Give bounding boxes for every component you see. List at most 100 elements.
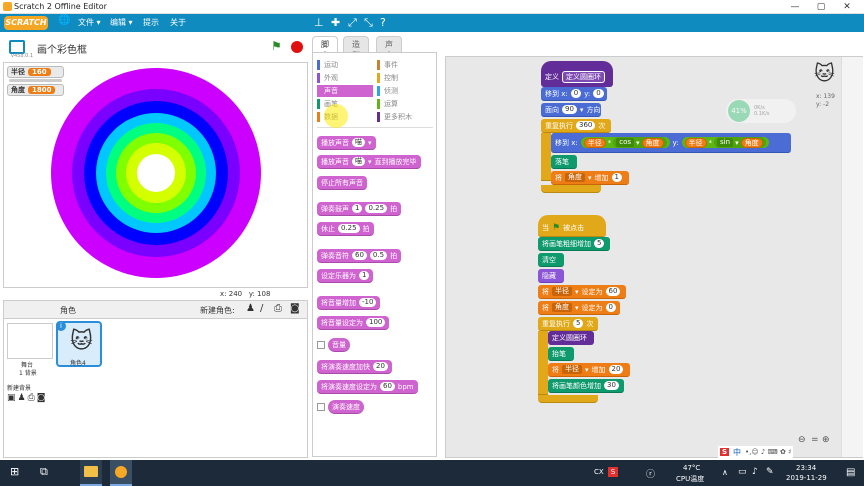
block-point-direction[interactable]: 面向 90 ▾ 方向	[541, 103, 601, 117]
close-button[interactable]: ✕	[834, 0, 860, 14]
block-stop-all-sounds[interactable]: 停止所有声音	[317, 176, 367, 190]
block-change-pen-color[interactable]: 将画笔颜色增加 30	[548, 379, 624, 393]
menu-tips[interactable]: 提示	[143, 17, 159, 28]
block-change-angle[interactable]: 将角度 ▾ 增加 1	[551, 171, 629, 185]
block-pen-down[interactable]: 落笔	[551, 155, 577, 169]
category-7[interactable]: 运算	[377, 98, 433, 110]
menu-about[interactable]: 关于	[170, 17, 186, 28]
zoom-out-icon[interactable]: ⊖	[798, 435, 806, 445]
category-label: 运算	[384, 100, 398, 108]
block-pen-up[interactable]: 抬笔	[548, 347, 574, 361]
tray-people-icon[interactable]: ⓡ	[646, 467, 655, 480]
sprite-thumbnail[interactable]: i 🐱 角色4	[56, 321, 102, 367]
globe-icon[interactable]: 🌐	[58, 15, 70, 26]
volume-checkbox[interactable]	[317, 341, 325, 349]
block-set-radius[interactable]: 将半径 ▾ 设定为 60	[538, 285, 626, 299]
script-define[interactable]: 定义 定义圆圈环 移到 x: 0 y: 0 面向 90 ▾ 方向 重复执行 360 次 移到 x…	[541, 61, 791, 193]
project-title[interactable]: 画个彩色框	[37, 41, 87, 56]
block-volume[interactable]: 音量	[328, 338, 350, 352]
stage[interactable]: 半径 160 角度 1800	[3, 62, 308, 288]
block-clear[interactable]: 清空	[538, 253, 564, 267]
info-icon[interactable]: i	[56, 321, 66, 331]
block-play-drum[interactable]: 弹奏鼓声 1 0.25 拍	[317, 202, 402, 216]
cut-icon[interactable]: ✚	[331, 16, 340, 29]
taskbar-scratch[interactable]	[110, 460, 132, 486]
menu-file[interactable]: 文件 ▾	[78, 17, 101, 28]
taskbar-time[interactable]: 23:34	[796, 464, 816, 472]
block-change-tempo[interactable]: 将演奏速度加快 20	[317, 360, 392, 374]
tray-sogou-icon[interactable]: S	[608, 467, 618, 477]
zoom-in-icon[interactable]: ⊕	[822, 435, 830, 445]
tempo-checkbox[interactable]	[317, 403, 325, 411]
zoom-reset-button[interactable]: =	[811, 435, 819, 445]
block-call-ring[interactable]: 定义圆圈环	[548, 331, 594, 345]
category-5[interactable]: 侦测	[377, 85, 433, 97]
taskbar-explorer[interactable]	[80, 460, 102, 486]
block-change-volume[interactable]: 将音量增加 -10	[317, 296, 381, 310]
vertical-scrollbar[interactable]	[841, 57, 863, 457]
windows-start-icon[interactable]: ⊞	[10, 465, 19, 478]
category-3[interactable]: 控制	[377, 72, 433, 84]
block-when-flag-clicked[interactable]: 当 ⚑ 被点击	[538, 215, 606, 237]
grow-icon[interactable]: ⤢	[348, 16, 357, 30]
tab-sounds[interactable]: 声音	[376, 36, 402, 60]
ime-chinese-toggle[interactable]: 中	[733, 447, 741, 458]
tray-network-icon[interactable]: ▭	[738, 467, 747, 477]
task-view-icon[interactable]: ⧉	[40, 465, 48, 479]
category-2[interactable]: 外观	[317, 72, 373, 84]
block-play-sound[interactable]: 播放声音喵 ▾	[317, 136, 376, 150]
block-hide[interactable]: 隐藏	[538, 269, 564, 283]
tab-scripts[interactable]: 脚本	[312, 36, 338, 60]
block-set-tempo[interactable]: 将演奏速度设定为 60 bpm	[317, 380, 418, 394]
green-flag-icon[interactable]: ⚑	[271, 39, 282, 53]
repeat-body: 移到 x: 半径 * cos ▾ 角度 y: 半径 * sin ▾ 角度 落笔 将角度 ▾ 增加 1	[541, 133, 791, 185]
block-repeat-5[interactable]: 重复执行 5 次	[538, 317, 598, 331]
block-set-angle[interactable]: 将角度 ▾ 设定为 0	[538, 301, 620, 315]
ime-tools-icon[interactable]: •,☺ ♪ ⌨ ✿ ♯	[745, 448, 791, 456]
tray-volume-icon[interactable]: ♪	[752, 467, 758, 477]
minimize-button[interactable]: —	[782, 0, 808, 14]
stamp-icon[interactable]: ⊥	[314, 16, 324, 29]
camera-icon[interactable]: ◙	[290, 303, 300, 314]
backdrop-tools-icon[interactable]: ▣♟⎙◙	[7, 393, 48, 403]
shrink-icon[interactable]: ⤡	[364, 16, 373, 30]
block-tempo[interactable]: 演奏速度	[328, 400, 364, 414]
stage-thumbnail[interactable]	[7, 323, 53, 359]
block-goto-xy[interactable]: 移到 x: 0 y: 0	[541, 87, 607, 101]
block-change-radius[interactable]: 将半径 ▾ 增加 20	[548, 363, 630, 377]
category-1[interactable]: 事件	[377, 59, 433, 71]
category-4[interactable]: 声音	[317, 85, 373, 97]
block-repeat[interactable]: 重复执行 360 次	[541, 119, 611, 133]
tab-costumes[interactable]: 造型	[343, 36, 369, 60]
sogou-icon[interactable]: S	[720, 448, 730, 456]
category-9[interactable]: 更多积木	[377, 111, 433, 123]
draw-brush-icon[interactable]: /	[260, 303, 263, 314]
block-goto-expr[interactable]: 移到 x: 半径 * cos ▾ 角度 y: 半径 * sin ▾ 角度	[551, 133, 791, 153]
scratch-logo[interactable]: SCRATCH	[4, 16, 48, 30]
block-set-volume[interactable]: 将音量设定为 100	[317, 316, 390, 330]
script-area[interactable]: 定义 定义圆圈环 移到 x: 0 y: 0 面向 90 ▾ 方向 重复执行 360 次 移到 x…	[445, 56, 863, 458]
block-define[interactable]: 定义 定义圆圈环	[541, 61, 613, 87]
block-change-pen-size[interactable]: 将画笔粗细增加 5	[538, 237, 610, 251]
category-swatch	[317, 99, 320, 109]
upload-icon[interactable]: ⎙	[274, 303, 282, 314]
taskbar-date[interactable]: 2019-11-29	[786, 474, 827, 482]
maximize-button[interactable]: ▢	[808, 0, 834, 14]
script-green-flag[interactable]: 当 ⚑ 被点击 将画笔粗细增加 5 清空 隐藏 将半径 ▾ 设定为 60 将角度 ▾ 设定为 0 …	[538, 215, 630, 403]
tray-pen-icon[interactable]: ✎	[766, 467, 774, 477]
stop-icon[interactable]	[291, 41, 303, 53]
block-play-note[interactable]: 弹奏音符 60 0.5 拍	[317, 249, 402, 263]
tray-cx-icon[interactable]: CX	[594, 468, 604, 476]
menu-edit[interactable]: 编辑 ▾	[110, 17, 133, 28]
help-icon[interactable]: ?	[380, 16, 386, 29]
notification-icon[interactable]: ▤	[846, 467, 855, 478]
block-play-sound-until-done[interactable]: 播放声音喵 ▾ 直到播放完毕	[317, 155, 421, 169]
tray-chevron-icon[interactable]: ∧	[722, 468, 728, 477]
paint-sprite-icon[interactable]: ♟	[246, 303, 255, 314]
menubar: SCRATCH 🌐 文件 ▾ 编辑 ▾ 提示 关于 ⊥ ✚ ⤢ ⤡ ?	[0, 14, 864, 32]
block-set-instrument[interactable]: 设定乐器为 1	[317, 269, 374, 283]
fullscreen-icon[interactable]	[9, 40, 25, 54]
repeat-body-2: 定义圆圈环 抬笔 将半径 ▾ 增加 20 将画笔颜色增加 30	[538, 331, 630, 395]
category-0[interactable]: 运动	[317, 59, 373, 71]
block-rest[interactable]: 休止 0.25 拍	[317, 222, 374, 236]
